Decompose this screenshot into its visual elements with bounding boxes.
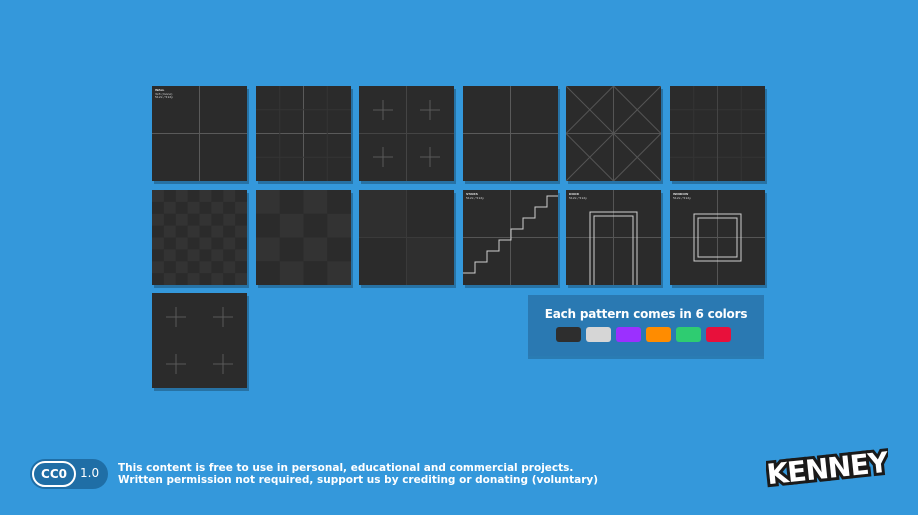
cc0-icon: CC0 — [32, 461, 76, 487]
swatch-row — [556, 327, 731, 343]
door-outline — [566, 190, 661, 285]
checker-cell — [211, 249, 224, 262]
checker-cell — [175, 237, 188, 250]
checker-cell — [235, 225, 247, 238]
checker-cell — [279, 213, 304, 238]
pattern-tile-diagonal — [566, 86, 661, 181]
pattern-tile-checker-large — [359, 190, 454, 285]
checker-cell — [235, 249, 247, 262]
checker-cell — [279, 261, 304, 285]
kenney-logo: KENNEY — [766, 444, 888, 492]
checker-cell — [327, 213, 351, 238]
palette-title: Each pattern comes in 6 colors — [544, 307, 748, 321]
checker-cell — [256, 190, 280, 214]
license-badge: CC0 1.0 — [30, 459, 110, 489]
checker-cell — [187, 249, 200, 262]
checker-cell — [199, 261, 212, 274]
cc0-label: CC0 — [41, 467, 67, 481]
pattern-tile-window: WINDOW 512x / 512y — [670, 190, 765, 285]
license-version: 1.0 — [80, 466, 100, 480]
tile-grid-lines — [670, 86, 765, 181]
swatch-green — [676, 327, 701, 342]
checker-cell — [199, 237, 212, 250]
checker-cell — [199, 213, 212, 226]
checker-cell — [163, 201, 176, 214]
checker-cell — [235, 273, 247, 285]
checker-cell — [211, 273, 224, 285]
checker-cell — [223, 213, 236, 226]
checker-cell — [163, 273, 176, 285]
checker-cell — [187, 201, 200, 214]
tile-grid-lines — [166, 307, 233, 374]
tile-label: DOOR 512x / 512y — [569, 192, 587, 200]
tile-grid-lines — [566, 86, 661, 181]
checker-cell — [235, 201, 247, 214]
tile-label: STAIRS 512x / 512y — [466, 192, 484, 200]
window-outline — [670, 190, 765, 285]
tile-checker — [359, 190, 454, 285]
tile-label: WINDOW 512x / 512y — [673, 192, 691, 200]
checker-cell — [175, 190, 188, 202]
checker-cell — [175, 261, 188, 274]
tile-checker — [256, 190, 351, 285]
pattern-tile-stairs: STAIRS 512x / 512y — [463, 190, 558, 285]
swatch-light — [586, 327, 611, 342]
color-palette-panel: Each pattern comes in 6 colors — [528, 295, 764, 356]
stairs-outline — [463, 190, 558, 285]
tile-grid-lines — [359, 86, 454, 181]
checker-cell — [211, 225, 224, 238]
swatch-purple — [616, 327, 641, 342]
swatch-orange — [646, 327, 671, 342]
pattern-tile-wall: WALL 3x3 (mono) 512x / 512y — [152, 86, 247, 181]
pattern-tile-crosses-large — [152, 293, 247, 388]
swatch-red — [706, 327, 731, 342]
pattern-tile-fine-grid — [670, 86, 765, 181]
checker-cell — [152, 261, 164, 274]
pattern-tile-door: DOOR 512x / 512y — [566, 190, 661, 285]
checker-cell — [175, 213, 188, 226]
tile-checker — [152, 190, 247, 285]
checker-cell — [199, 190, 212, 202]
pattern-tile-grid — [256, 86, 351, 181]
checker-cell — [187, 225, 200, 238]
license-line-2: Written permission not required, support… — [118, 474, 599, 486]
checker-cell — [152, 190, 164, 202]
checker-cell — [303, 237, 328, 262]
checker-cell — [223, 261, 236, 274]
checker-cell — [223, 237, 236, 250]
checker-cell — [211, 201, 224, 214]
checker-cell — [152, 237, 164, 250]
checker-cell — [327, 261, 351, 285]
checker-cell — [152, 213, 164, 226]
tile-label: WALL 3x3 (mono) 512x / 512y — [155, 88, 173, 100]
checker-cell — [187, 273, 200, 285]
swatch-dark — [556, 327, 581, 342]
tile-grid-lines — [256, 86, 351, 181]
checker-cell — [163, 225, 176, 238]
tile-grid-lines — [152, 86, 247, 181]
license-line-1: This content is free to use in personal,… — [118, 462, 574, 474]
tile-grid-lines — [463, 86, 558, 181]
pattern-tile-checker-small — [152, 190, 247, 285]
logo-text: KENNEY — [766, 446, 888, 492]
pattern-tile-quad — [463, 86, 558, 181]
license-text: This content is free to use in personal,… — [118, 462, 598, 486]
pattern-tile-checker-medium — [256, 190, 351, 285]
checker-cell — [163, 249, 176, 262]
checker-cell — [303, 190, 328, 214]
checker-cell — [223, 190, 236, 202]
pattern-tile-crosses — [359, 86, 454, 181]
checker-cell — [256, 237, 280, 262]
